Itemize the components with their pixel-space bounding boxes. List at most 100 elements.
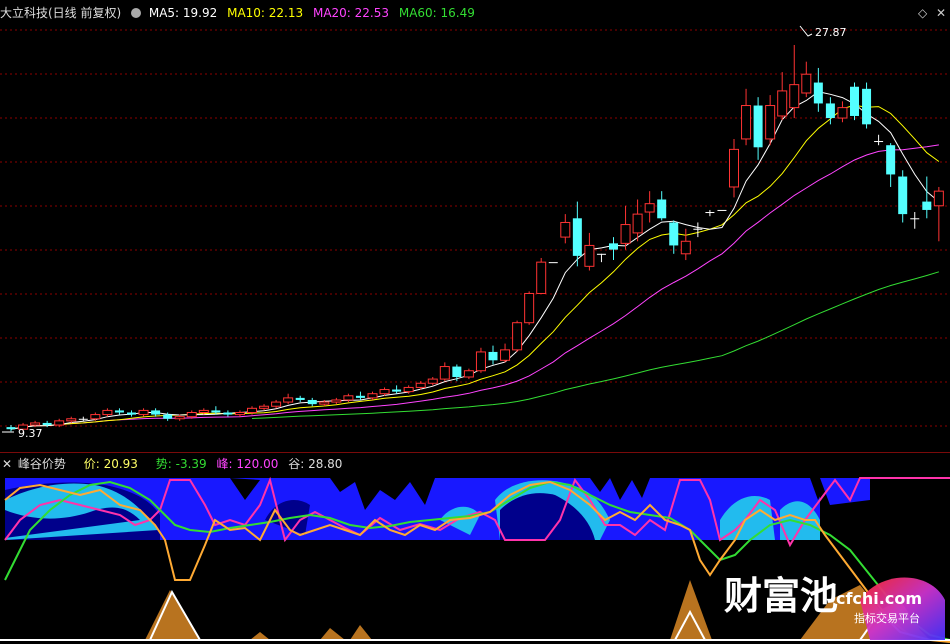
candle[interactable]: [234, 410, 245, 417]
candle[interactable]: [584, 232, 595, 271]
main-panel-header: 大立科技(日线 前复权) MA5: 19.92 MA10: 22.13 MA20…: [0, 4, 475, 22]
candle-body: [331, 399, 342, 403]
candle-body: [463, 370, 474, 378]
candle-body: [234, 412, 245, 416]
diamond-icon[interactable]: ◇: [918, 6, 927, 20]
trend-value: 势: -3.39: [155, 457, 207, 471]
candle[interactable]: [512, 320, 523, 352]
candle-body: [680, 240, 691, 255]
candle[interactable]: [741, 88, 752, 146]
candle-body: [379, 389, 390, 395]
candle[interactable]: [717, 209, 727, 211]
candle[interactable]: [753, 97, 763, 160]
candle[interactable]: [910, 212, 920, 229]
ma60-value: MA60: 16.49: [398, 6, 475, 20]
candle[interactable]: [307, 397, 317, 407]
candle[interactable]: [259, 404, 270, 411]
candle[interactable]: [765, 95, 776, 146]
candle-body: [850, 86, 859, 116]
candle[interactable]: [78, 416, 88, 421]
candle-body: [933, 190, 944, 207]
candle[interactable]: [886, 143, 896, 187]
candle-body: [512, 322, 523, 351]
settings-icon[interactable]: [131, 8, 142, 18]
indicator-name: 峰谷价势: [17, 457, 66, 471]
candle[interactable]: [102, 408, 113, 417]
candle-body: [343, 395, 354, 401]
candle[interactable]: [801, 61, 812, 98]
candle-body: [30, 422, 41, 426]
candle[interactable]: [825, 97, 835, 125]
candle-body: [403, 386, 414, 393]
ma5-value: MA5: 19.92: [148, 6, 218, 20]
candle-body: [90, 414, 101, 420]
candle[interactable]: [114, 408, 124, 415]
candle-body: [114, 410, 124, 413]
collapse-icon[interactable]: ✕: [2, 457, 12, 471]
candle[interactable]: [693, 222, 703, 238]
candle[interactable]: [500, 343, 511, 363]
candle[interactable]: [596, 253, 606, 263]
candle-body: [536, 261, 547, 294]
close-icon[interactable]: ✕: [936, 6, 946, 20]
candle-body: [319, 401, 330, 405]
candle-body: [500, 349, 511, 361]
candle-body: [6, 427, 16, 430]
candle[interactable]: [898, 170, 908, 223]
candle[interactable]: [283, 393, 294, 405]
candle[interactable]: [392, 385, 402, 394]
candle-body: [367, 393, 378, 399]
candle[interactable]: [862, 82, 872, 129]
candle[interactable]: [127, 410, 136, 417]
candle[interactable]: [813, 67, 823, 112]
candle[interactable]: [488, 345, 498, 365]
candle-body: [584, 244, 595, 267]
candle-body: [572, 218, 582, 256]
candle[interactable]: [355, 391, 365, 400]
candlestick-series[interactable]: [6, 44, 944, 432]
candle-body: [657, 199, 667, 219]
sub-panel-header: ✕ 峰谷价势 价: 20.93 势: -3.39 峰: 120.00 谷: 28…: [0, 455, 342, 473]
ma20-line: [10, 144, 939, 430]
candle[interactable]: [331, 397, 342, 405]
candle[interactable]: [463, 368, 474, 380]
candle[interactable]: [850, 82, 859, 121]
candle[interactable]: [560, 214, 571, 244]
candle[interactable]: [789, 44, 800, 119]
candle[interactable]: [644, 191, 655, 223]
candle[interactable]: [475, 347, 486, 373]
peak-value: 峰: 120.00: [216, 457, 279, 471]
candle[interactable]: [138, 408, 149, 417]
candle[interactable]: [452, 364, 462, 382]
candle-body: [837, 107, 848, 119]
candle[interactable]: [548, 262, 558, 264]
candle[interactable]: [837, 101, 848, 123]
candle[interactable]: [777, 72, 788, 121]
candle-body: [560, 221, 571, 238]
candle[interactable]: [524, 291, 535, 325]
candle-body: [644, 203, 655, 213]
candle-body: [741, 105, 752, 140]
candle[interactable]: [295, 395, 305, 403]
candle[interactable]: [874, 134, 884, 146]
candle-body: [825, 103, 835, 119]
candle[interactable]: [922, 176, 932, 219]
candle[interactable]: [705, 209, 715, 217]
candle-body: [427, 378, 438, 384]
candle[interactable]: [439, 362, 450, 382]
candle-body: [609, 243, 618, 250]
candle[interactable]: [657, 191, 667, 221]
candle[interactable]: [6, 425, 16, 432]
candle-body: [862, 88, 872, 125]
candle[interactable]: [271, 399, 282, 409]
candle[interactable]: [536, 257, 547, 294]
candle[interactable]: [620, 205, 631, 250]
candle-body: [186, 412, 197, 418]
candle[interactable]: [669, 220, 679, 254]
candle[interactable]: [729, 138, 739, 198]
candle[interactable]: [680, 228, 691, 261]
candle[interactable]: [609, 237, 618, 261]
candle[interactable]: [223, 410, 233, 417]
candle[interactable]: [427, 377, 438, 386]
candle[interactable]: [933, 186, 944, 242]
